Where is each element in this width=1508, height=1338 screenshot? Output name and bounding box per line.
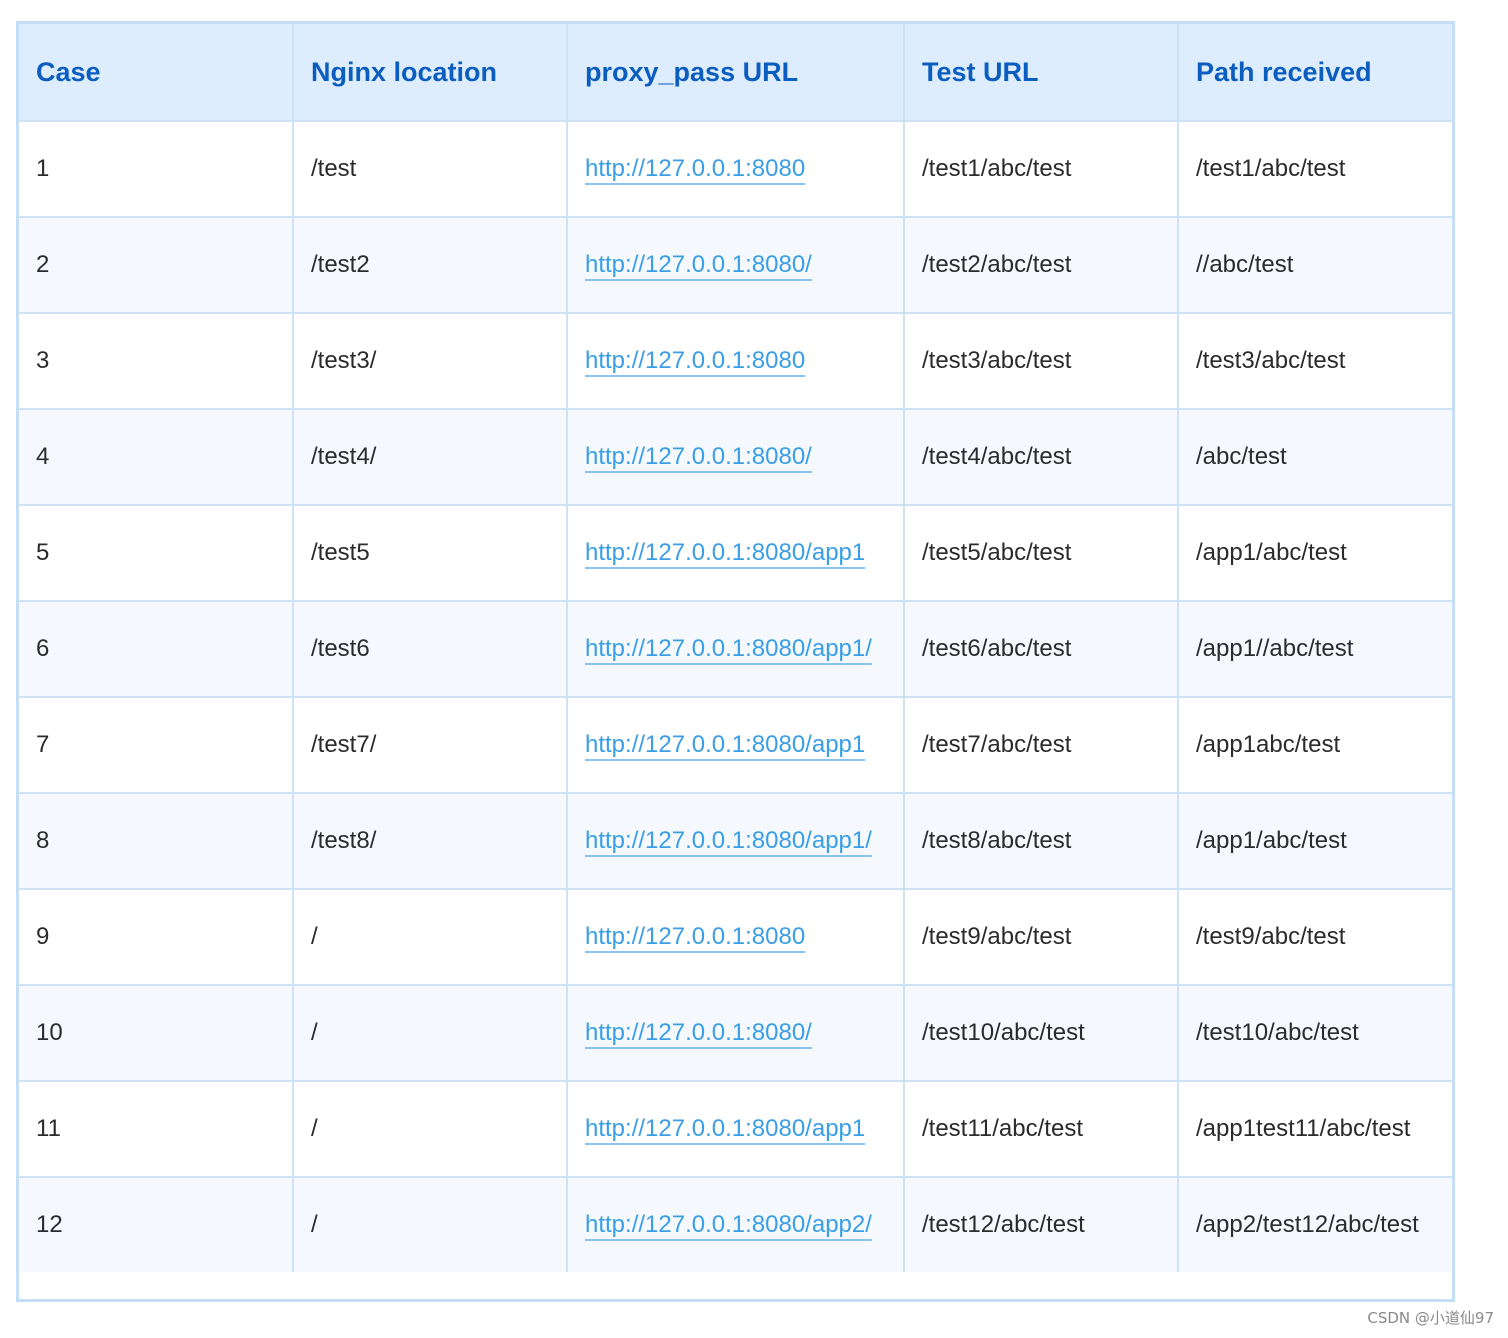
cell-nginx-location: /test5 <box>292 504 568 602</box>
cell-proxy-pass-url: http://127.0.0.1:8080/app1 <box>566 696 905 794</box>
header-nginx-location: Nginx location <box>292 24 568 122</box>
proxy-pass-link[interactable]: http://127.0.0.1:8080 <box>585 155 806 185</box>
cell-test-url: /test10/abc/test <box>903 984 1179 1082</box>
cell-proxy-pass-url: http://127.0.0.1:8080/app1 <box>566 504 905 602</box>
cell-test-url: /test3/abc/test <box>903 312 1179 410</box>
cell-proxy-pass-url: http://127.0.0.1:8080/ <box>566 984 905 1082</box>
cell-path-received: /test1/abc/test <box>1177 120 1452 218</box>
cell-nginx-location: / <box>292 1176 568 1272</box>
cell-nginx-location: /test2 <box>292 216 568 314</box>
table-header-row: Case Nginx location proxy_pass URL Test … <box>19 24 1452 122</box>
cell-test-url: /test1/abc/test <box>903 120 1179 218</box>
cell-path-received: /test3/abc/test <box>1177 312 1452 410</box>
table-row: 12/ http://127.0.0.1:8080/app2/ /test12/ab… <box>19 1176 1452 1272</box>
table-row: 2/test2 http://127.0.0.1:8080/ /test2/abc/… <box>19 216 1452 314</box>
cell-nginx-location: /test6 <box>292 600 568 698</box>
cell-case: 1 <box>19 120 294 218</box>
cell-case: 3 <box>19 312 294 410</box>
cell-test-url: /test11/abc/test <box>903 1080 1179 1178</box>
cell-path-received: /app1/abc/test <box>1177 504 1452 602</box>
cell-test-url: /test2/abc/test <box>903 216 1179 314</box>
cell-proxy-pass-url: http://127.0.0.1:8080/ <box>566 408 905 506</box>
proxy-pass-table: Case Nginx location proxy_pass URL Test … <box>19 24 1452 1272</box>
cell-path-received: /app1//abc/test <box>1177 600 1452 698</box>
cell-case: 5 <box>19 504 294 602</box>
table-row: 10/ http://127.0.0.1:8080/ /test10/abc/tes… <box>19 984 1452 1082</box>
cell-test-url: /test7/abc/test <box>903 696 1179 794</box>
cell-path-received: /test9/abc/test <box>1177 888 1452 986</box>
proxy-pass-link[interactable]: http://127.0.0.1:8080 <box>585 923 806 953</box>
header-proxy-pass-url: proxy_pass URL <box>566 24 905 122</box>
cell-proxy-pass-url: http://127.0.0.1:8080/app1 <box>566 1080 905 1178</box>
cell-case: 4 <box>19 408 294 506</box>
proxy-pass-link[interactable]: http://127.0.0.1:8080/ <box>585 251 812 281</box>
cell-case: 2 <box>19 216 294 314</box>
cell-path-received: /app2/test12/abc/test <box>1177 1176 1452 1272</box>
cell-nginx-location: /test <box>292 120 568 218</box>
cell-path-received: /app1abc/test <box>1177 696 1452 794</box>
table-row: 4/test4/http://127.0.0.1:8080/ /test4/abc… <box>19 408 1452 506</box>
cell-nginx-location: /test8/ <box>292 792 568 890</box>
cell-nginx-location: / <box>292 888 568 986</box>
cell-test-url: /test5/abc/test <box>903 504 1179 602</box>
proxy-pass-link[interactable]: http://127.0.0.1:8080/app1/ <box>585 827 872 857</box>
cell-test-url: /test8/abc/test <box>903 792 1179 890</box>
table-row: 1/test http://127.0.0.1:8080/test1/abc/te… <box>19 120 1452 218</box>
cell-proxy-pass-url: http://127.0.0.1:8080 <box>566 888 905 986</box>
table-row: 11/ http://127.0.0.1:8080/app1/test11/abc… <box>19 1080 1452 1178</box>
cell-proxy-pass-url: http://127.0.0.1:8080/ <box>566 216 905 314</box>
cell-proxy-pass-url: http://127.0.0.1:8080 <box>566 312 905 410</box>
proxy-pass-table-container: Case Nginx location proxy_pass URL Test … <box>16 21 1455 1302</box>
proxy-pass-link[interactable]: http://127.0.0.1:8080/app1 <box>585 731 866 761</box>
cell-path-received: /app1test11/abc/test <box>1177 1080 1452 1178</box>
cell-case: 12 <box>19 1176 294 1272</box>
cell-nginx-location: /test3/ <box>292 312 568 410</box>
cell-case: 7 <box>19 696 294 794</box>
table-row: 5/test5 http://127.0.0.1:8080/app1/test5/… <box>19 504 1452 602</box>
header-test-url: Test URL <box>903 24 1179 122</box>
cell-path-received: /test10/abc/test <box>1177 984 1452 1082</box>
table-row: 7/test7/http://127.0.0.1:8080/app1/test7… <box>19 696 1452 794</box>
cell-proxy-pass-url: http://127.0.0.1:8080/app2/ <box>566 1176 905 1272</box>
cell-case: 10 <box>19 984 294 1082</box>
cell-case: 6 <box>19 600 294 698</box>
proxy-pass-link[interactable]: http://127.0.0.1:8080/app1 <box>585 539 866 569</box>
proxy-pass-link[interactable]: http://127.0.0.1:8080 <box>585 347 806 377</box>
header-path-received: Path received <box>1177 24 1452 122</box>
cell-test-url: /test9/abc/test <box>903 888 1179 986</box>
proxy-pass-link[interactable]: http://127.0.0.1:8080/app1/ <box>585 635 872 665</box>
cell-nginx-location: / <box>292 1080 568 1178</box>
table-row: 6/test6 http://127.0.0.1:8080/app1/ /test6… <box>19 600 1452 698</box>
cell-test-url: /test4/abc/test <box>903 408 1179 506</box>
proxy-pass-link[interactable]: http://127.0.0.1:8080/app1 <box>585 1115 866 1145</box>
proxy-pass-link[interactable]: http://127.0.0.1:8080/ <box>585 443 812 473</box>
cell-nginx-location: /test4/ <box>292 408 568 506</box>
table-row: 3/test3/http://127.0.0.1:8080/test3/abc/… <box>19 312 1452 410</box>
cell-test-url: /test12/abc/test <box>903 1176 1179 1272</box>
cell-proxy-pass-url: http://127.0.0.1:8080/app1/ <box>566 792 905 890</box>
proxy-pass-link[interactable]: http://127.0.0.1:8080/app2/ <box>585 1211 872 1241</box>
cell-case: 8 <box>19 792 294 890</box>
table-row: 9/ http://127.0.0.1:8080/test9/abc/test/t… <box>19 888 1452 986</box>
proxy-pass-link[interactable]: http://127.0.0.1:8080/ <box>585 1019 812 1049</box>
csdn-watermark: CSDN @小道仙97 <box>1367 1309 1494 1327</box>
cell-path-received: /abc/test <box>1177 408 1452 506</box>
cell-nginx-location: /test7/ <box>292 696 568 794</box>
cell-proxy-pass-url: http://127.0.0.1:8080/app1/ <box>566 600 905 698</box>
cell-test-url: /test6/abc/test <box>903 600 1179 698</box>
cell-path-received: /app1/abc/test <box>1177 792 1452 890</box>
cell-case: 11 <box>19 1080 294 1178</box>
cell-case: 9 <box>19 888 294 986</box>
cell-proxy-pass-url: http://127.0.0.1:8080 <box>566 120 905 218</box>
header-case: Case <box>19 24 294 122</box>
cell-path-received: //abc/test <box>1177 216 1452 314</box>
table-row: 8/test8/http://127.0.0.1:8080/app1/ /test… <box>19 792 1452 890</box>
cell-nginx-location: / <box>292 984 568 1082</box>
